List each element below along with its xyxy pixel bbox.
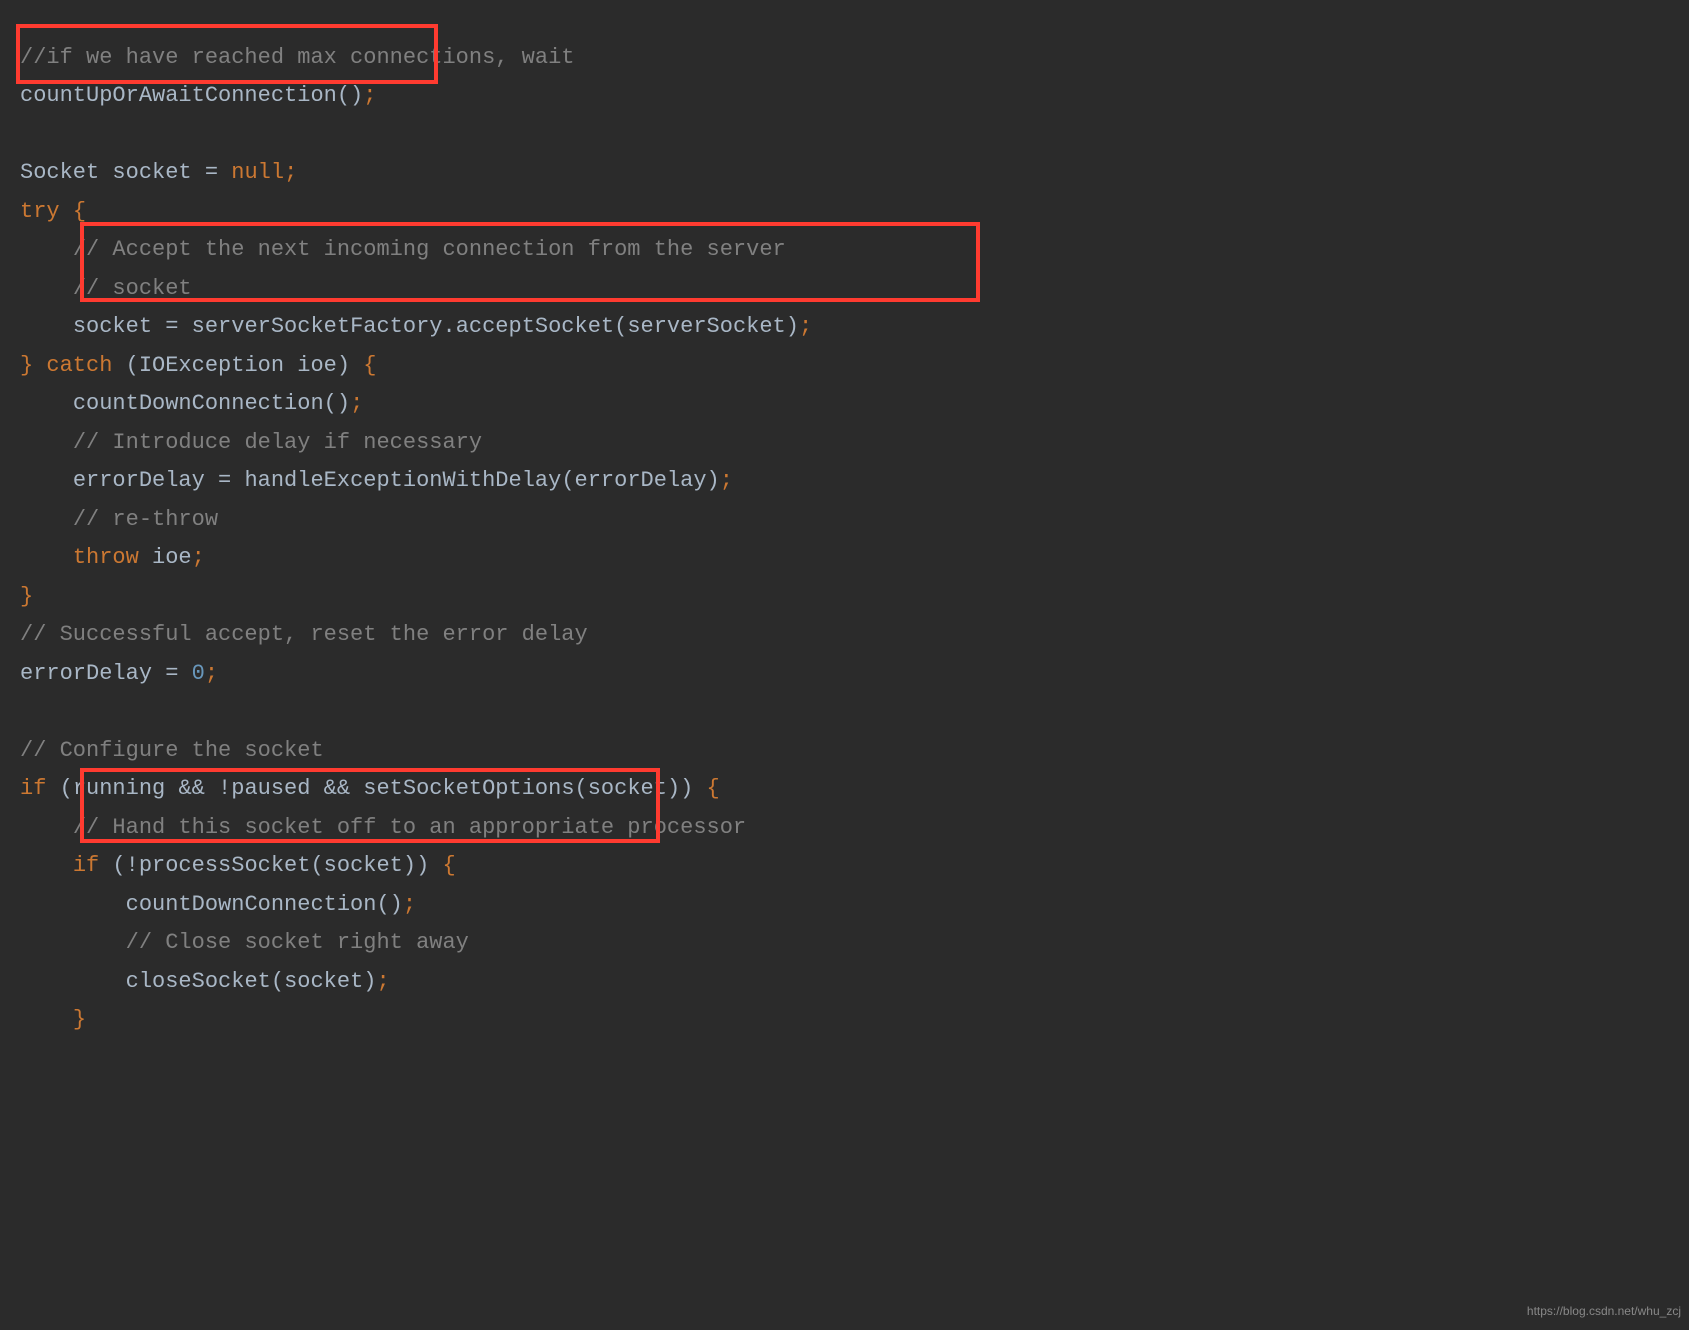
code-arg: serverSocket — [627, 314, 785, 339]
code-lhs: errorDelay — [20, 661, 152, 686]
number-literal: 0 — [192, 661, 205, 686]
parens: () — [337, 83, 363, 108]
op-eq: = — [165, 661, 178, 686]
brace: { — [73, 199, 86, 224]
paren-open: ( — [561, 468, 574, 493]
code-editor[interactable]: //if we have reached max connections, wa… — [0, 0, 1689, 1040]
paren-close: ) — [403, 853, 416, 878]
op-eq: = — [205, 160, 218, 185]
semicolon: ; — [284, 160, 297, 185]
kw-catch: catch — [46, 353, 112, 378]
semicolon: ; — [376, 969, 389, 994]
brace: { — [707, 776, 720, 801]
code-arg: socket — [284, 969, 363, 994]
paren-close: ) — [680, 776, 693, 801]
null-literal: null — [231, 160, 284, 185]
op-not: ! — [218, 776, 231, 801]
kw-if: if — [20, 776, 46, 801]
brace: { — [363, 353, 376, 378]
paren-close: ) — [416, 853, 429, 878]
brace: } — [20, 353, 33, 378]
paren-close: ) — [707, 468, 720, 493]
code-type: Socket — [20, 160, 99, 185]
code-arg: socket — [588, 776, 667, 801]
kw-throw: throw — [73, 545, 139, 570]
code-method: setSocketOptions — [363, 776, 574, 801]
semicolon: ; — [403, 892, 416, 917]
code-comment: // Configure the socket — [20, 738, 324, 763]
paren-close: ) — [667, 776, 680, 801]
code-comment: // Close socket right away — [126, 930, 469, 955]
code-var: socket — [112, 160, 191, 185]
code-comment: // Introduce delay if necessary — [73, 430, 482, 455]
op-and: && — [324, 776, 350, 801]
exception-type: IOException — [139, 353, 284, 378]
code-comment: // Accept the next incoming connection f… — [73, 237, 786, 262]
code-lhs: errorDelay — [73, 468, 205, 493]
code-comment: //if we have reached max connections, wa… — [20, 45, 575, 70]
code-var: paused — [231, 776, 310, 801]
code-comment: // socket — [73, 276, 192, 301]
code-obj: serverSocketFactory — [192, 314, 443, 339]
code-call: closeSocket — [126, 969, 271, 994]
op-eq: = — [218, 468, 231, 493]
code-lhs: socket — [73, 314, 152, 339]
code-var: running — [73, 776, 165, 801]
paren-close: ) — [337, 353, 350, 378]
exception-var: ioe — [297, 353, 337, 378]
watermark: https://blog.csdn.net/whu_zcj — [1527, 1301, 1681, 1322]
op-not: ! — [126, 853, 139, 878]
semicolon: ; — [799, 314, 812, 339]
code-call: countUpOrAwaitConnection — [20, 83, 337, 108]
code-call: countDownConnection — [126, 892, 377, 917]
paren-open: ( — [614, 314, 627, 339]
parens: () — [376, 892, 402, 917]
brace: } — [73, 1007, 86, 1032]
semicolon: ; — [363, 83, 376, 108]
paren-open: ( — [112, 853, 125, 878]
semicolon: ; — [192, 545, 205, 570]
op-and: && — [178, 776, 204, 801]
paren-open: ( — [310, 853, 323, 878]
semicolon: ; — [205, 661, 218, 686]
paren-close: ) — [786, 314, 799, 339]
code-method: processSocket — [139, 853, 311, 878]
paren-open: ( — [126, 353, 139, 378]
code-method: handleExceptionWithDelay — [244, 468, 561, 493]
paren-close: ) — [363, 969, 376, 994]
code-comment: // Hand this socket off to an appropriat… — [73, 815, 746, 840]
parens: () — [324, 391, 350, 416]
brace: } — [20, 584, 33, 609]
code-comment: // Successful accept, reset the error de… — [20, 622, 588, 647]
kw-try: try — [20, 199, 60, 224]
semicolon: ; — [350, 391, 363, 416]
code-call: countDownConnection — [73, 391, 324, 416]
code-arg: socket — [324, 853, 403, 878]
op-eq: = — [165, 314, 178, 339]
dot: . — [442, 314, 455, 339]
code-method: acceptSocket — [456, 314, 614, 339]
brace: { — [443, 853, 456, 878]
code-arg: errorDelay — [575, 468, 707, 493]
kw-if: if — [73, 853, 99, 878]
paren-open: ( — [575, 776, 588, 801]
paren-open: ( — [271, 969, 284, 994]
semicolon: ; — [720, 468, 733, 493]
code-comment: // re-throw — [73, 507, 218, 532]
code-var: ioe — [152, 545, 192, 570]
paren-open: ( — [60, 776, 73, 801]
